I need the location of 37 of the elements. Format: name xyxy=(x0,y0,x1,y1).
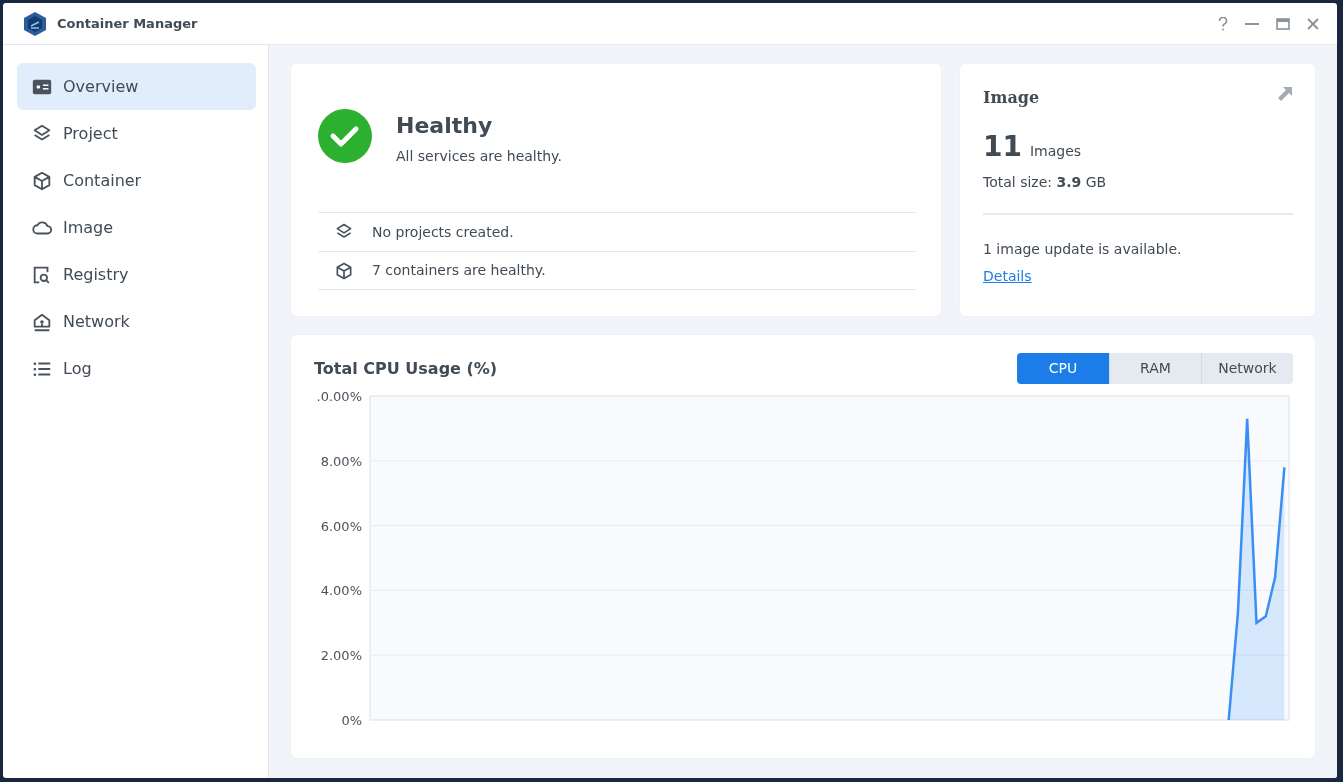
status-text: No projects created. xyxy=(372,222,514,242)
chart-tab[interactable]: CPU xyxy=(1017,353,1109,384)
cube-icon xyxy=(334,260,354,281)
chart-title: Total CPU Usage (%) xyxy=(314,357,498,380)
sidebar-item[interactable]: Image xyxy=(17,204,256,251)
sidebar-item[interactable]: Overview xyxy=(17,63,256,110)
details-link[interactable]: Details xyxy=(983,266,1032,287)
sidebar-item[interactable]: Project xyxy=(17,110,256,157)
axis-label: 0% xyxy=(341,713,362,728)
status-title: Healthy xyxy=(396,112,494,140)
image-count: 11 xyxy=(983,129,1022,165)
axis-label: 4.00% xyxy=(320,583,362,599)
count-label: Images xyxy=(1029,142,1082,161)
cube-icon xyxy=(31,169,53,192)
status-message: All services are healthy. xyxy=(396,147,562,166)
sidebar-item[interactable]: Registry xyxy=(17,251,256,298)
axis-label: .0.00% xyxy=(316,389,362,404)
help-icon[interactable] xyxy=(1218,16,1228,31)
chart-tab[interactable]: Network xyxy=(1201,353,1293,384)
axis-label: 2.00% xyxy=(320,648,362,664)
status-text: 7 containers are healthy. xyxy=(372,261,546,280)
hexagon-logo-icon xyxy=(23,10,47,37)
total-size-text: Total size: 3.9 GB xyxy=(983,173,1108,192)
close-icon[interactable] xyxy=(1307,17,1319,30)
sidebar-item[interactable]: Container xyxy=(17,157,256,204)
sidebar-item[interactable]: Network xyxy=(17,298,256,345)
check-circle-icon xyxy=(318,109,372,163)
arrow-icon[interactable] xyxy=(1277,86,1293,102)
chart-tab[interactable]: RAM xyxy=(1109,353,1201,384)
card-title: Image xyxy=(983,87,1040,109)
maximize-icon[interactable] xyxy=(1276,17,1290,30)
minimize-icon[interactable] xyxy=(1245,22,1259,25)
axis-label: 8.00% xyxy=(320,453,362,469)
sidebar-item[interactable]: Log xyxy=(17,345,256,392)
window-title: Container Manager xyxy=(57,14,198,33)
update-text: 1 image update is available. xyxy=(983,240,1183,259)
axis-label: 6.00% xyxy=(320,518,362,534)
